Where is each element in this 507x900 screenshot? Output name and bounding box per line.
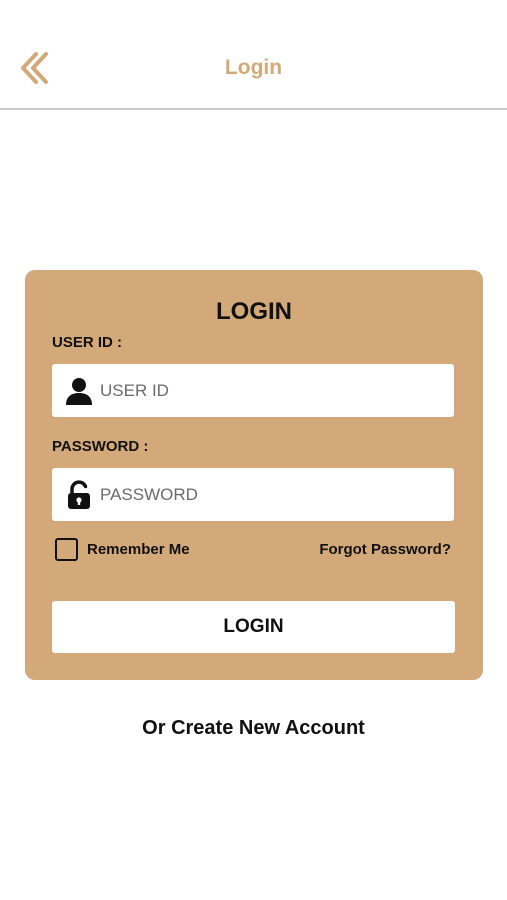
login-card: LOGIN USER ID : PASSWORD : Remember Me F… bbox=[25, 270, 483, 680]
password-label: PASSWORD : bbox=[52, 438, 149, 455]
forgot-password-link[interactable]: Forgot Password? bbox=[319, 541, 451, 558]
remember-me-label: Remember Me bbox=[87, 540, 190, 558]
remember-me-toggle[interactable]: Remember Me bbox=[55, 537, 190, 561]
password-field-container bbox=[52, 468, 454, 521]
login-form-title: LOGIN bbox=[216, 298, 292, 325]
remember-me-checkbox[interactable] bbox=[55, 537, 78, 561]
login-button[interactable]: LOGIN bbox=[52, 601, 455, 653]
create-account-link[interactable]: Or Create New Account bbox=[0, 717, 507, 740]
user-id-label: USER ID : bbox=[52, 334, 123, 351]
navigation-bar: Login bbox=[0, 0, 507, 110]
user-icon bbox=[66, 378, 92, 405]
password-input[interactable] bbox=[100, 468, 445, 521]
page-title: Login bbox=[224, 56, 283, 79]
user-id-input[interactable] bbox=[100, 364, 445, 417]
unlocked-padlock-icon bbox=[68, 480, 90, 509]
user-id-field-container bbox=[52, 364, 454, 417]
